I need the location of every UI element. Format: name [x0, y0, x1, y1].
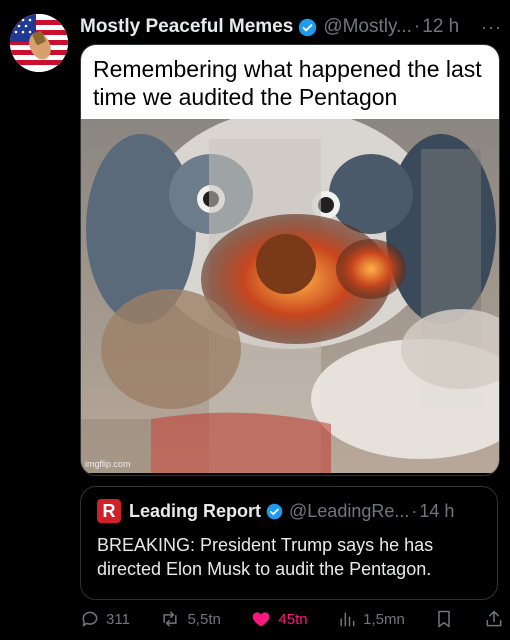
share-icon: [484, 609, 504, 629]
action-bar: 311 5,5tn 45tn 1,5mn: [80, 606, 504, 632]
repost-icon: [159, 609, 181, 629]
reply-button[interactable]: 311: [80, 609, 130, 629]
author-name[interactable]: Mostly Peaceful Memes: [80, 16, 293, 38]
quote-time[interactable]: 14 h: [419, 501, 454, 522]
more-options-icon[interactable]: ···: [481, 17, 502, 38]
separator: ·: [411, 500, 418, 521]
like-count: 45tn: [278, 610, 308, 628]
watermark: imgflip.com: [85, 459, 131, 469]
meme-image: imgflip.com: [81, 109, 499, 473]
quoted-post[interactable]: R Leading Report @LeadingRe... · 14 h BR…: [80, 486, 498, 600]
post-time[interactable]: 12 h: [422, 16, 459, 38]
reply-count: 311: [106, 610, 130, 628]
quote-author-handle[interactable]: @LeadingRe...: [289, 501, 409, 522]
flag-avatar-icon: [10, 14, 68, 72]
meme-caption: Remembering what happened the last time …: [81, 45, 499, 119]
bookmark-button[interactable]: [434, 609, 454, 629]
bookmark-icon: [434, 609, 454, 629]
heart-filled-icon: [250, 609, 272, 629]
post-header: Mostly Peaceful Memes @Mostly... · 12 h …: [80, 14, 502, 40]
author-handle[interactable]: @Mostly...: [323, 16, 412, 38]
reply-icon: [80, 609, 100, 629]
verified-badge-icon: [298, 18, 317, 37]
verified-badge-icon: [266, 503, 283, 520]
views-button[interactable]: 1,5mn: [337, 609, 405, 629]
like-button[interactable]: 45tn: [250, 609, 308, 629]
bar-chart-icon: [337, 609, 357, 629]
post-media[interactable]: Remembering what happened the last time …: [80, 44, 500, 476]
repost-count: 5,5tn: [187, 610, 221, 628]
quote-text: BREAKING: President Trump says he has di…: [97, 535, 434, 579]
quote-avatar-icon: R: [97, 499, 121, 523]
separator: ·: [413, 16, 421, 37]
share-button[interactable]: [484, 609, 504, 629]
avatar[interactable]: [10, 14, 68, 72]
quote-author-name[interactable]: Leading Report: [129, 501, 261, 522]
quote-header: R Leading Report @LeadingRe... · 14 h: [97, 499, 481, 523]
repost-button[interactable]: 5,5tn: [159, 609, 221, 629]
views-count: 1,5mn: [363, 610, 405, 628]
